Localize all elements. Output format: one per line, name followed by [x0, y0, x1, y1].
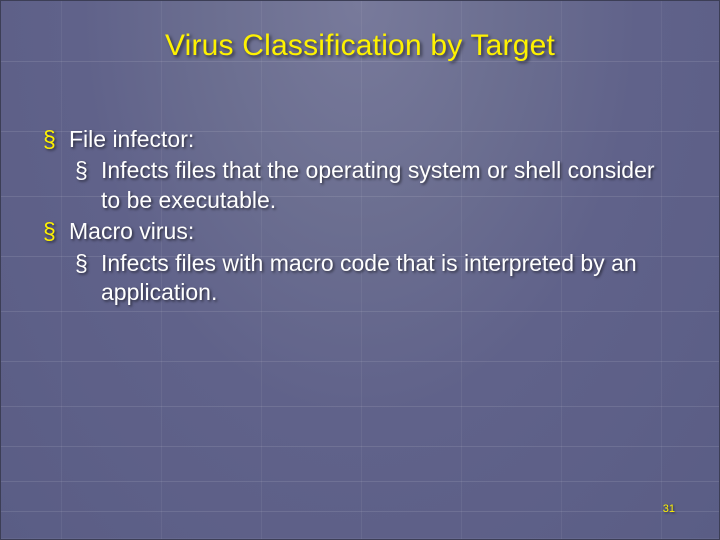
slide-body: File infector: Infects files that the op… — [43, 125, 679, 310]
bullet-level1: File infector: — [43, 125, 679, 154]
bullet-level2: Infects files with macro code that is in… — [43, 249, 679, 308]
bullet-level1: Macro virus: — [43, 217, 679, 246]
slide: Virus Classification by Target File infe… — [0, 0, 720, 540]
bullet-desc: Infects files with macro code that is in… — [101, 250, 637, 305]
page-number: 31 — [663, 503, 675, 515]
bullet-term: Macro virus: — [69, 218, 194, 244]
bullet-term: File infector: — [69, 126, 194, 152]
slide-title: Virus Classification by Target — [1, 29, 719, 63]
bullet-level2: Infects files that the operating system … — [43, 156, 679, 215]
bullet-desc: Infects files that the operating system … — [101, 157, 655, 212]
